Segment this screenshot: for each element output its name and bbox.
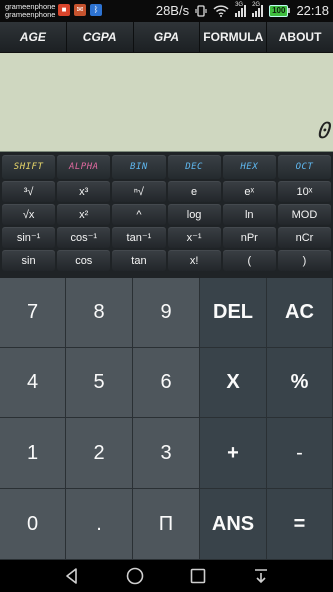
digit-8-key[interactable]: 8 <box>66 278 133 348</box>
notification-icons: ■ ✉ ᛒ <box>58 4 102 16</box>
recents-icon[interactable] <box>188 566 208 586</box>
net-type-3g: 3G <box>235 1 244 8</box>
digit-5-key[interactable]: 5 <box>66 348 133 418</box>
decimal-key[interactable]: . <box>66 489 133 560</box>
carrier-name-2: grameenphone <box>5 10 56 19</box>
tab-cgpa[interactable]: CGPA <box>67 22 134 52</box>
battery-level: 100 <box>269 4 289 17</box>
ncr-key[interactable]: nCr <box>277 227 332 248</box>
mod-key[interactable]: MOD <box>277 204 332 225</box>
cube-key[interactable]: x³ <box>57 181 111 202</box>
status-right: 28B/s 3G 2G 100 22:18 <box>155 1 329 19</box>
e-key[interactable]: e <box>167 181 221 202</box>
digit-9-key[interactable]: 9 <box>133 278 200 348</box>
status-bar: grameenphone grameenphone ■ ✉ ᛒ 28B/s 3G… <box>0 0 333 22</box>
app-notification-icon: ■ <box>58 4 70 16</box>
back-icon[interactable] <box>62 566 82 586</box>
npr-key[interactable]: nPr <box>222 227 276 248</box>
net-speed: 28B/s <box>155 3 190 18</box>
percent-key[interactable]: % <box>267 348 333 418</box>
shift-key[interactable]: SHIFT <box>2 155 56 179</box>
minus-key[interactable]: - <box>267 418 333 489</box>
tab-age[interactable]: AGE <box>0 22 67 52</box>
digit-3-key[interactable]: 3 <box>133 418 200 489</box>
function-keypad: SHIFT ALPHA BIN DEC HEX OCT ³√ x³ ⁿ√ e e… <box>0 152 333 278</box>
clock: 22:18 <box>296 3 329 18</box>
mode-row: SHIFT ALPHA BIN DEC HEX OCT <box>2 155 332 179</box>
calculator-display: 0 <box>0 53 333 152</box>
nth-root-key[interactable]: ⁿ√ <box>112 181 166 202</box>
cube-root-key[interactable]: ³√ <box>2 181 56 202</box>
display-value: 0 <box>315 119 333 144</box>
cos-key[interactable]: cos <box>57 250 111 271</box>
digit-2-key[interactable]: 2 <box>66 418 133 489</box>
tab-about[interactable]: ABOUT <box>267 22 333 52</box>
asin-key[interactable]: sin⁻¹ <box>2 227 56 248</box>
function-row-1: ³√ x³ ⁿ√ e eˣ 10ˣ <box>2 181 332 202</box>
multiply-key[interactable]: X <box>200 348 267 418</box>
open-paren-key[interactable]: ( <box>222 250 276 271</box>
exp-key[interactable]: eˣ <box>222 181 276 202</box>
sqrt-key[interactable]: √x <box>2 204 56 225</box>
digit-6-key[interactable]: 6 <box>133 348 200 418</box>
alpha-key[interactable]: ALPHA <box>57 155 111 179</box>
top-tabs: AGE CGPA GPA FORMULA ABOUT <box>0 22 333 53</box>
acos-key[interactable]: cos⁻¹ <box>57 227 111 248</box>
net-type-2g: 2G <box>252 1 261 8</box>
sin-key[interactable]: sin <box>2 250 56 271</box>
dec-key[interactable]: DEC <box>167 155 221 179</box>
power-key[interactable]: ^ <box>112 204 166 225</box>
digit-7-key[interactable]: 7 <box>0 278 66 348</box>
tab-formula[interactable]: FORMULA <box>200 22 268 52</box>
function-row-3: sin⁻¹ cos⁻¹ tan⁻¹ x⁻¹ nPr nCr <box>2 227 332 248</box>
digit-0-key[interactable]: 0 <box>0 489 66 560</box>
vibrate-icon <box>195 4 207 17</box>
oct-key[interactable]: OCT <box>277 155 332 179</box>
hex-key[interactable]: HEX <box>222 155 276 179</box>
home-icon[interactable] <box>125 566 145 586</box>
battery-icon: 100 <box>269 4 291 17</box>
ln-key[interactable]: ln <box>222 204 276 225</box>
function-row-2: √x x² ^ log ln MOD <box>2 204 332 225</box>
reciprocal-key[interactable]: x⁻¹ <box>167 227 221 248</box>
close-paren-key[interactable]: ) <box>277 250 332 271</box>
mail-notification-icon: ✉ <box>74 4 86 16</box>
plus-key[interactable]: + <box>200 418 267 489</box>
digit-1-key[interactable]: 1 <box>0 418 66 489</box>
wifi-icon <box>213 4 229 17</box>
function-row-4: sin cos tan x! ( ) <box>2 250 332 271</box>
main-keypad: 7 8 9 DEL AC 4 5 6 X % 1 2 3 + - 0 . Π A… <box>0 278 333 560</box>
notification-pull-icon[interactable] <box>251 566 271 586</box>
tan-key[interactable]: tan <box>112 250 166 271</box>
factorial-key[interactable]: x! <box>167 250 221 271</box>
pi-key[interactable]: Π <box>133 489 200 560</box>
square-key[interactable]: x² <box>57 204 111 225</box>
ten-power-key[interactable]: 10ˣ <box>277 181 332 202</box>
carrier-info: grameenphone grameenphone <box>5 3 55 19</box>
bluetooth-icon: ᛒ <box>90 4 102 16</box>
digit-4-key[interactable]: 4 <box>0 348 66 418</box>
tab-gpa[interactable]: GPA <box>134 22 201 52</box>
atan-key[interactable]: tan⁻¹ <box>112 227 166 248</box>
navigation-bar <box>0 560 333 592</box>
answer-key[interactable]: ANS <box>200 489 267 560</box>
all-clear-key[interactable]: AC <box>267 278 333 348</box>
delete-key[interactable]: DEL <box>200 278 267 348</box>
equals-key[interactable]: = <box>267 489 333 560</box>
log-key[interactable]: log <box>167 204 221 225</box>
bin-key[interactable]: BIN <box>112 155 166 179</box>
